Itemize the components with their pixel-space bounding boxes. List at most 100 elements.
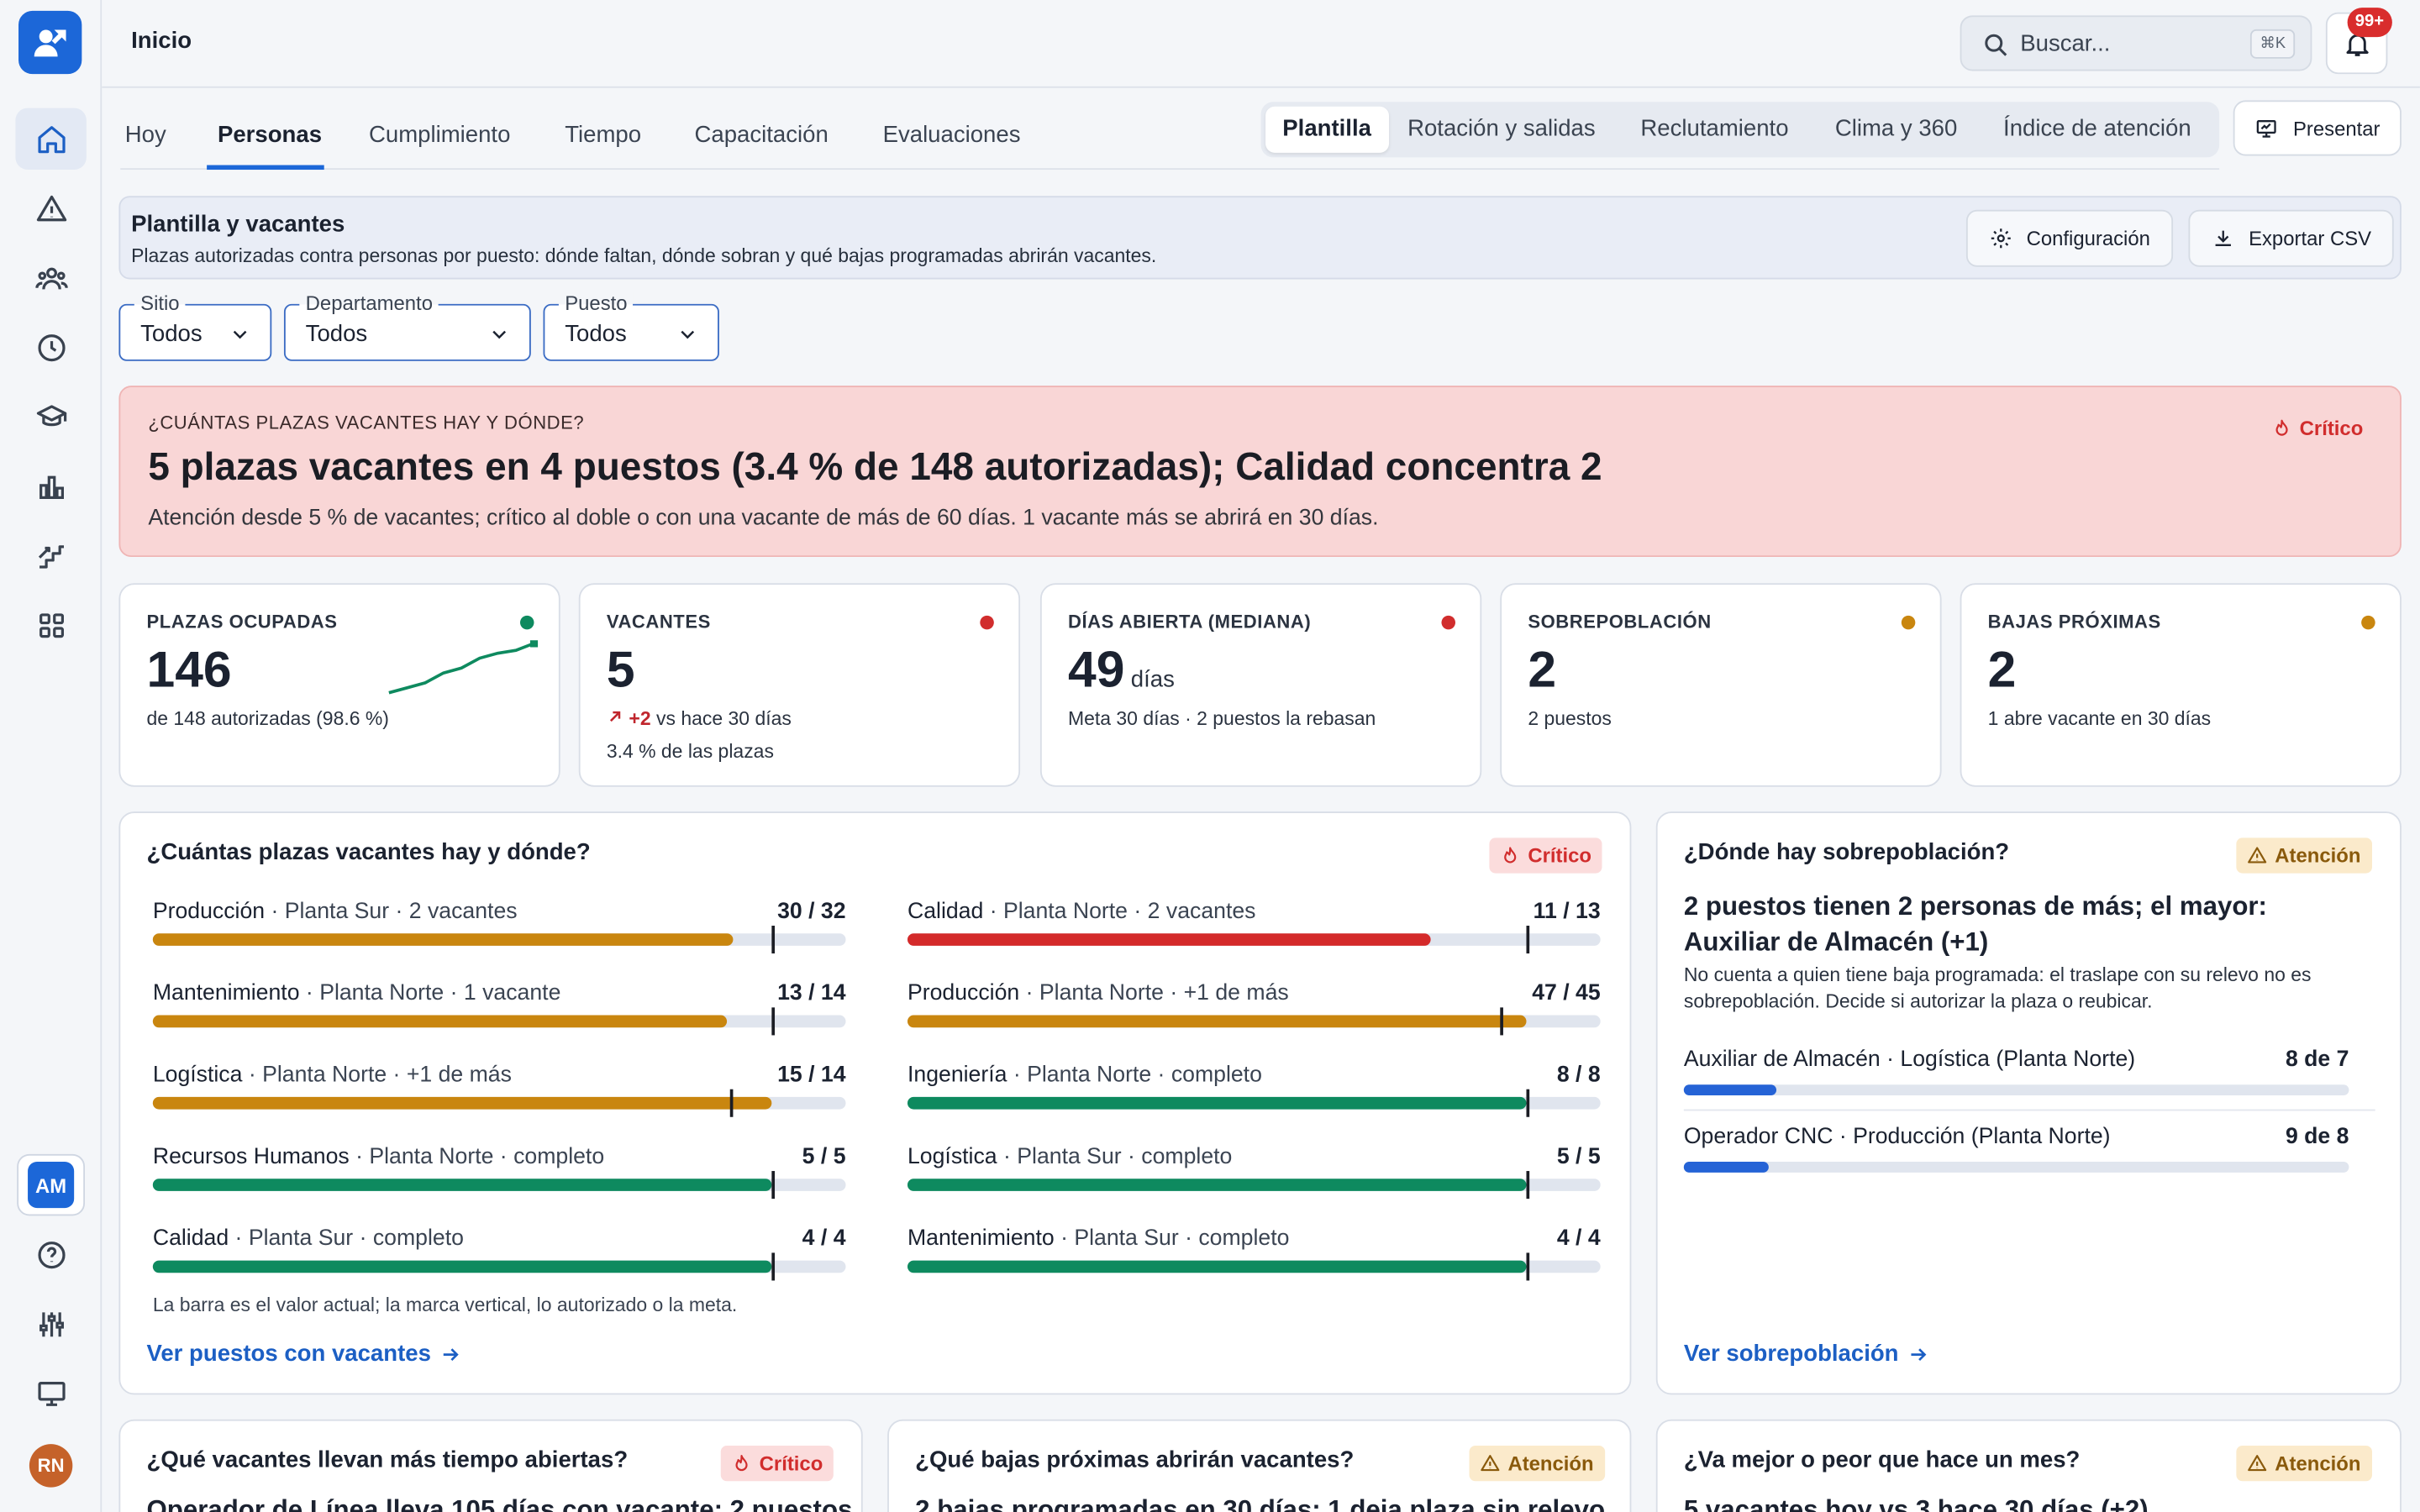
app-logo[interactable]	[18, 10, 82, 75]
overpop-row-count: 8 de 7	[2285, 1047, 2349, 1073]
view-overpop-link[interactable]: Ver sobrepoblación	[1684, 1341, 1929, 1367]
vacancy-row[interactable]: Recursos Humanos · Planta Norte · comple…	[152, 1145, 846, 1206]
filter-sitio[interactable]: Sitio Todos	[118, 291, 272, 361]
sparkline-end-point	[529, 640, 539, 648]
overpopulation-panel: ¿Dónde hay sobrepoblación? Atención 2 pu…	[1655, 811, 2402, 1395]
present-button[interactable]: Presentar	[2233, 100, 2402, 156]
nav-reports[interactable]	[15, 455, 86, 517]
vacancy-track	[152, 1007, 846, 1036]
nav-help[interactable]	[15, 1224, 86, 1285]
subtab-clima[interactable]: Clima y 360	[1835, 116, 1957, 142]
kpi-bajas-proximas[interactable]: BAJAS PRÓXIMAS 2 1 abre vacante en 30 dí…	[1960, 583, 2402, 787]
tab-hoy[interactable]: Hoy	[125, 122, 166, 148]
vacancy-track	[907, 1089, 1601, 1117]
vacancy-row[interactable]: Logística · Planta Norte · +1 de más 15 /…	[152, 1063, 846, 1124]
alert-headline: 5 plazas vacantes en 4 puestos (3.4 % de…	[148, 445, 1602, 490]
vacancy-row[interactable]: Mantenimiento · Planta Norte · 1 vacante…	[152, 981, 846, 1042]
kpi-sobrepoblacion[interactable]: SOBREPOBLACIÓN 2 2 puestos	[1500, 583, 1942, 787]
filter-value: Todos	[305, 321, 368, 348]
severity-label: Crítico	[1528, 843, 1591, 868]
tab-evaluaciones[interactable]: Evaluaciones	[883, 122, 1021, 148]
kpi-status-dot	[1901, 615, 1916, 630]
nav-apps[interactable]	[15, 594, 86, 655]
vacancy-bar	[152, 1260, 772, 1273]
vacancy-row[interactable]: Mantenimiento · Planta Sur · completo 4 /…	[907, 1226, 1601, 1288]
nav-career[interactable]	[15, 524, 86, 585]
vacancy-count: 5 / 5	[1556, 1144, 1601, 1170]
vacancy-bar	[907, 1179, 1527, 1191]
vacancy-track	[907, 1252, 1601, 1281]
kpi-dias-abierta[interactable]: DÍAS ABIERTA (MEDIANA) 49 días Meta 30 dí…	[1039, 583, 1482, 787]
kpi-label: VACANTES	[606, 611, 711, 633]
severity-label: Crítico	[759, 1452, 823, 1475]
download-icon	[2215, 230, 2231, 246]
panel-headline: Operador de Línea lleva 105 días con vac…	[146, 1494, 853, 1512]
kpi-value: 2	[1987, 640, 2017, 698]
kpi-delta-text: vs hace 30 días	[656, 708, 792, 730]
search-input[interactable]: Buscar... ⌘K	[1960, 15, 2312, 71]
vacancy-row-label: Recursos Humanos · Planta Norte · comple…	[153, 1145, 604, 1169]
vacancy-row[interactable]: Ingeniería · Planta Norte · completo 8 / …	[907, 1063, 1601, 1124]
section-header: Plantilla y vacantes Plazas autorizadas …	[118, 196, 2402, 280]
kpi-status-dot	[1441, 615, 1456, 630]
filter-departamento[interactable]: Departamento Todos	[283, 291, 531, 361]
vacancy-row[interactable]: Producción · Planta Sur · 2 vacantes 30 /…	[152, 899, 846, 961]
vacancy-meta: · Planta Sur · 2 vacantes	[265, 899, 518, 925]
nav-training[interactable]	[15, 386, 86, 447]
tab-capacitacion[interactable]: Capacitación	[695, 122, 829, 148]
nav-settings[interactable]	[15, 1293, 86, 1354]
filter-puesto[interactable]: Puesto Todos	[543, 291, 719, 361]
subtab-reclutamiento[interactable]: Reclutamiento	[1640, 116, 1788, 142]
authorized-marker	[771, 1252, 776, 1281]
authorized-marker	[729, 1089, 734, 1117]
kpi-value: 146	[146, 640, 232, 698]
vacancy-row[interactable]: Calidad · Planta Sur · completo 4 / 4	[152, 1226, 846, 1288]
subtab-rotacion[interactable]: Rotación y salidas	[1407, 116, 1596, 142]
vacancy-row[interactable]: Logística · Planta Sur · completo 5 / 5	[907, 1144, 1601, 1206]
tab-tiempo[interactable]: Tiempo	[565, 122, 641, 148]
export-csv-button[interactable]: Exportar CSV	[2188, 209, 2395, 267]
severity-tag: Atención	[2236, 1445, 2372, 1482]
kpi-sub: +2 vs hace 30 días	[607, 708, 792, 730]
overpop-row-count: 9 de 8	[2285, 1124, 2349, 1150]
alert-severity-label: Crítico	[2299, 416, 2364, 440]
authorized-marker	[771, 1171, 776, 1200]
chevron-down-icon	[492, 330, 507, 339]
subtab-indice[interactable]: Índice de atención	[2003, 116, 2191, 142]
config-button[interactable]: Configuración	[1965, 209, 2174, 267]
kpi-plazas-ocupadas[interactable]: PLAZAS OCUPADAS 146 de 148 autorizadas (…	[118, 583, 560, 787]
vacancy-row-label: Logística · Planta Norte · +1 de más	[153, 1063, 512, 1087]
vacancy-count: 4 / 4	[1556, 1226, 1601, 1252]
vacancy-row[interactable]: Producción · Planta Norte · +1 de más 47 …	[907, 981, 1601, 1042]
stairs-icon	[38, 544, 64, 568]
vacancy-track	[152, 1171, 846, 1200]
kpi-sub: 1 abre vacante en 30 días	[1987, 708, 2212, 730]
link-label: Ver puestos con vacantes	[146, 1341, 431, 1368]
vacancy-row[interactable]: Calidad · Planta Norte · 2 vacantes 11 / …	[907, 900, 1601, 961]
tab-cumplimiento[interactable]: Cumplimiento	[369, 122, 510, 148]
view-vacancies-link[interactable]: Ver puestos con vacantes	[146, 1341, 461, 1367]
authorized-marker	[1526, 1171, 1530, 1200]
arrow-up-right-icon	[609, 711, 621, 722]
vacancy-count: 4 / 4	[802, 1226, 846, 1252]
vacancy-meta: · Planta Sur · completo	[997, 1144, 1233, 1170]
nav-time[interactable]	[15, 317, 86, 378]
overpop-headline: 2 puestos tienen 2 personas de más; el m…	[1683, 891, 2267, 957]
workspace-initials: AM	[28, 1162, 75, 1209]
warning-icon	[2248, 847, 2267, 864]
user-avatar[interactable]: RN	[29, 1444, 73, 1488]
vacancy-meta: · Planta Norte · +1 de más	[1019, 981, 1289, 1006]
workspace-avatar[interactable]: AM	[17, 1153, 86, 1216]
nav-alerts[interactable]	[15, 177, 86, 239]
nav-people[interactable]	[15, 247, 86, 308]
nav-display[interactable]	[15, 1362, 86, 1424]
overpop-row-name: Auxiliar de Almacén · Logística (Planta …	[1683, 1047, 2136, 1073]
kpi-vacantes[interactable]: VACANTES 5 +2 vs hace 30 días 3.4 % de l…	[578, 583, 1021, 787]
nav-home[interactable]	[15, 108, 87, 171]
vacancy-count: 30 / 32	[777, 899, 846, 925]
subtab-plantilla[interactable]: Plantilla	[1265, 106, 1389, 153]
vacancy-meta: · Planta Sur · completo	[1054, 1226, 1290, 1252]
notification-badge: 99+	[2347, 8, 2392, 38]
tab-personas[interactable]: Personas	[218, 122, 322, 148]
vacancy-row-label: Producción · Planta Sur · 2 vacantes	[153, 900, 518, 924]
